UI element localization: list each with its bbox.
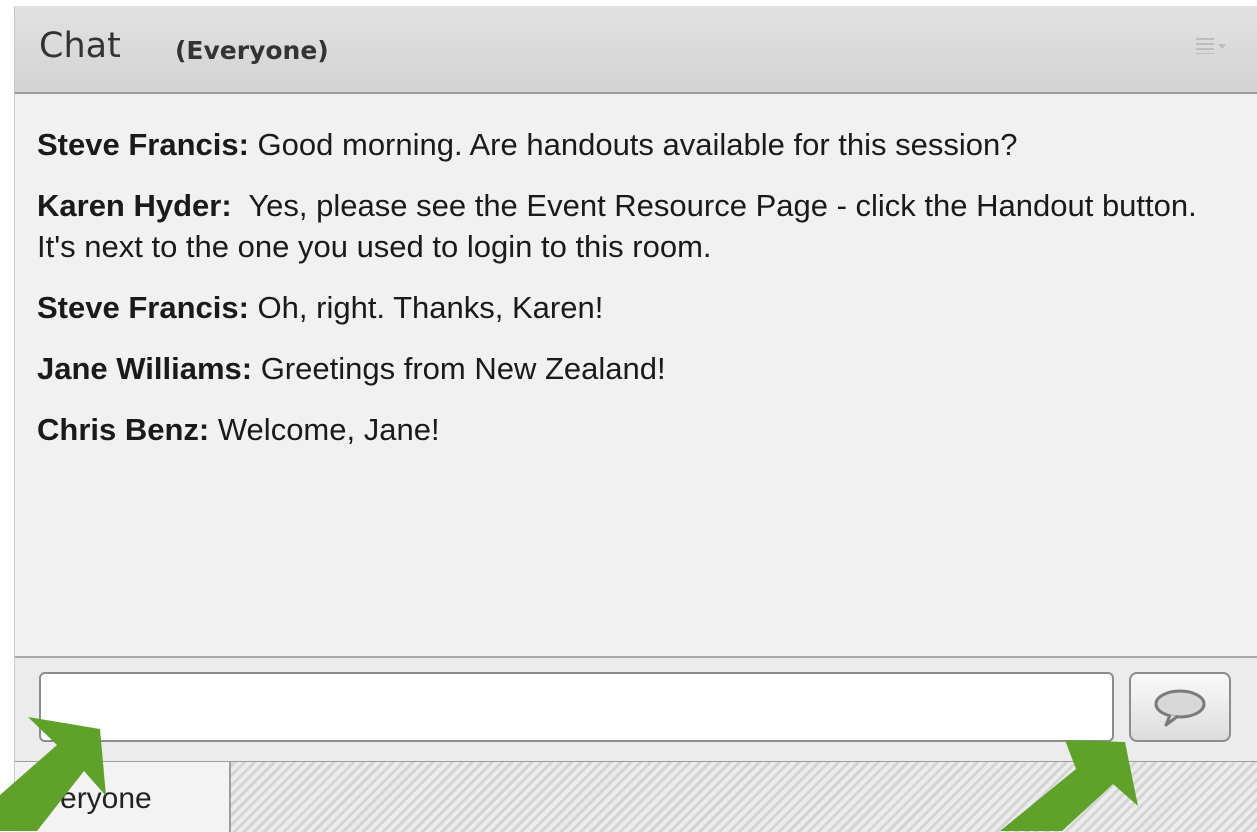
message-sender: Karen Hyder: (37, 188, 232, 223)
chat-input[interactable] (39, 672, 1114, 742)
chat-message: Steve Francis: Good morning. Are handout… (37, 124, 1237, 165)
right-callout-arrow (1000, 740, 1138, 831)
chat-message: Steve Francis: Oh, right. Thanks, Karen! (37, 287, 1237, 328)
chat-header: Chat (Everyone) (15, 6, 1257, 94)
chat-message: Chris Benz: Welcome, Jane! (37, 409, 1237, 450)
chat-message: Jane Williams: Greetings from New Zealan… (37, 348, 1237, 389)
message-sender: Steve Francis: (37, 290, 249, 325)
chat-panel: Chat (Everyone) Steve Francis: Good morn… (14, 6, 1257, 832)
panel-menu-icon[interactable] (1196, 38, 1226, 54)
message-text: Greetings from New Zealand! (252, 351, 666, 386)
chevron-down-icon (1218, 43, 1226, 49)
chat-message: Karen Hyder: Yes, please see the Event R… (37, 185, 1237, 267)
message-text: Oh, right. Thanks, Karen! (248, 290, 604, 325)
left-callout-arrow (0, 717, 106, 831)
speech-bubble-icon (1154, 689, 1206, 727)
message-sender: Chris Benz: (37, 412, 210, 447)
message-text: Good morning. Are handouts available for… (248, 127, 1018, 162)
chat-scope-label: (Everyone) (175, 36, 329, 65)
message-list: Steve Francis: Good morning. Are handout… (37, 124, 1237, 470)
message-text: Welcome, Jane! (209, 412, 440, 447)
hamburger-icon (1196, 38, 1214, 54)
message-sender: Steve Francis: (37, 127, 249, 162)
message-sender: Jane Williams: (37, 351, 253, 386)
panel-title: Chat (39, 26, 121, 66)
